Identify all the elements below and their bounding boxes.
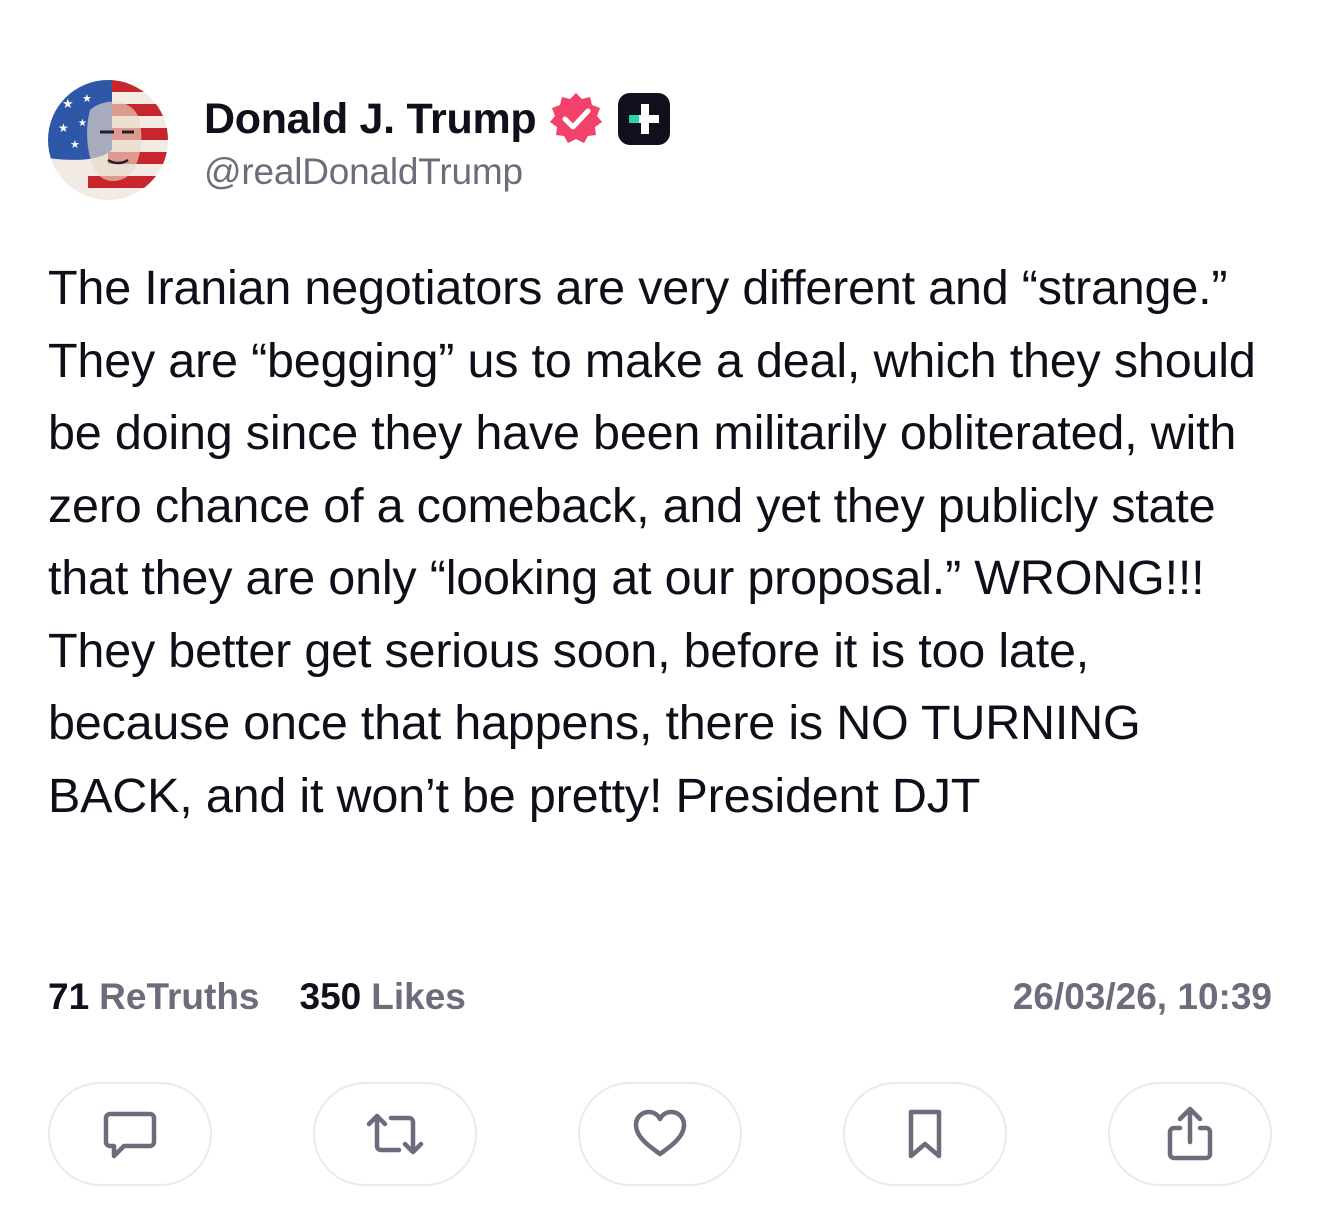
share-button[interactable] [1108, 1082, 1272, 1186]
post-stats-bar: 71 ReTruths 350 Likes 26/03/26, 10:39 [48, 972, 1272, 1022]
svg-text:★: ★ [62, 97, 74, 112]
likes-label: Likes [371, 976, 466, 1017]
svg-text:★: ★ [58, 121, 69, 135]
retruths-count: 71 [48, 976, 90, 1017]
post-action-bar [48, 1082, 1272, 1188]
author-display-name[interactable]: Donald J. Trump [204, 95, 537, 144]
plus-badge-icon [618, 93, 671, 145]
bookmark-icon [908, 1109, 942, 1159]
retruth-icon [366, 1113, 424, 1155]
like-button[interactable] [578, 1082, 742, 1186]
retruths-label: ReTruths [99, 976, 260, 1017]
svg-text:★: ★ [70, 138, 80, 151]
name-row: Donald J. Trump [204, 87, 672, 151]
post-timestamp: 26/03/26, 10:39 [1012, 976, 1272, 1017]
post-body-text: The Iranian negotiators are very differe… [48, 261, 1256, 823]
avatar-image: ★ ★ ★ ★ ★ [48, 80, 168, 200]
author-handle[interactable]: @realDonaldTrump [204, 151, 672, 193]
comment-button[interactable] [48, 1082, 212, 1186]
svg-text:★: ★ [78, 118, 87, 129]
verified-check-badge-icon [550, 93, 603, 143]
svg-text:★: ★ [82, 92, 92, 105]
retruths-stat[interactable]: 71 ReTruths [48, 976, 260, 1018]
likes-stat[interactable]: 350 Likes [300, 976, 466, 1018]
profile-avatar[interactable]: ★ ★ ★ ★ ★ [48, 80, 168, 200]
heart-icon [633, 1109, 687, 1157]
post-header: ★ ★ ★ ★ ★ Donald J. Trump @realDonaldTru… [48, 78, 672, 202]
share-icon [1167, 1106, 1213, 1161]
bookmark-button[interactable] [843, 1082, 1007, 1186]
retruth-button[interactable] [313, 1082, 477, 1186]
likes-count: 350 [299, 976, 362, 1017]
comment-icon [103, 1111, 157, 1159]
author-info: Donald J. Trump @realDonaldTrump [204, 87, 672, 193]
